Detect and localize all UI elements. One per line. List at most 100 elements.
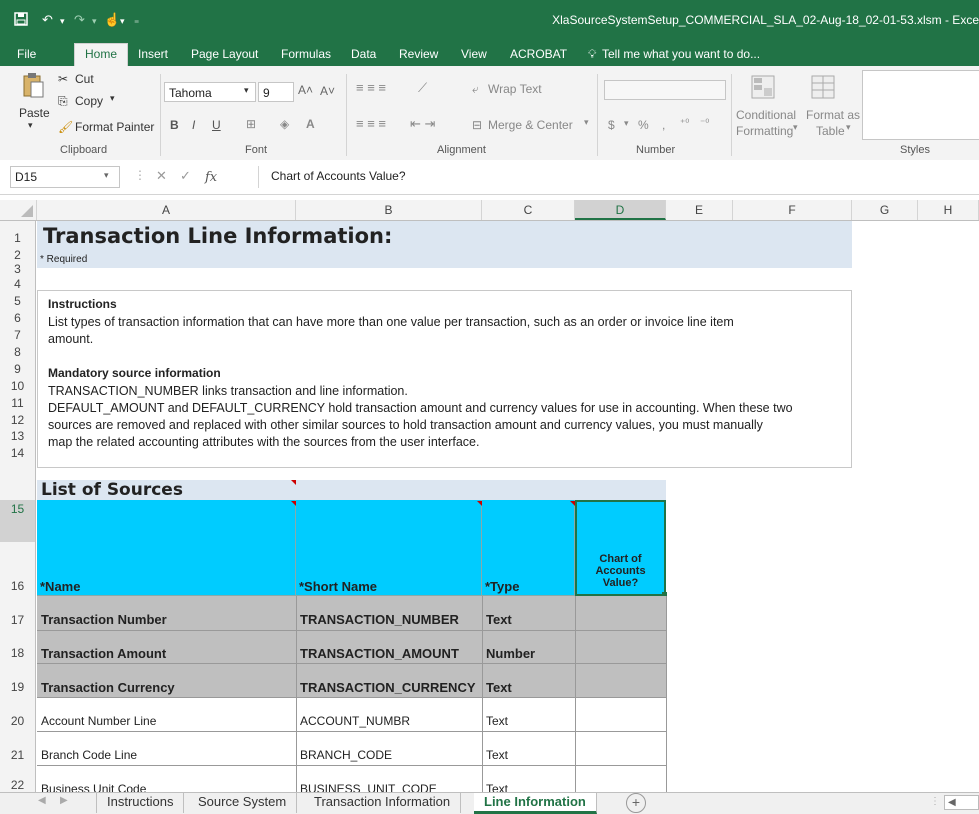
format-painter-icon[interactable]: 🖌︎ (58, 120, 73, 134)
row-header-13[interactable]: 13 (0, 429, 36, 443)
currency-button[interactable]: $ (608, 118, 615, 132)
column-header-b[interactable]: B (296, 200, 482, 220)
row-header-16[interactable]: 16 (0, 542, 36, 596)
cut-button[interactable]: Cut (75, 72, 94, 86)
row-header-2[interactable]: 2 (0, 248, 36, 262)
decrease-font-icon[interactable]: A˅ (320, 84, 335, 98)
column-header-d[interactable]: D (575, 200, 666, 220)
table-cell-short-name[interactable]: BRANCH_CODE (300, 748, 392, 762)
comment-indicator-icon[interactable] (570, 501, 575, 506)
conditional-formatting-button[interactable]: Conditional (736, 108, 796, 122)
table-cell-name[interactable]: Account Number Line (41, 714, 156, 728)
row-header-6[interactable]: 6 (0, 310, 36, 327)
cell-styles-gallery[interactable] (862, 70, 979, 140)
add-sheet-icon[interactable]: + (626, 793, 646, 813)
decrease-decimal-icon[interactable]: ⁻⁰ (700, 118, 709, 129)
font-name-dropdown-icon[interactable]: ▾ (244, 85, 249, 96)
sheet-tab-source-system[interactable]: Source System (188, 793, 298, 813)
name-box-dropdown-icon[interactable]: ▾ (104, 170, 109, 181)
row-header-20[interactable]: 20 (0, 697, 36, 731)
borders-icon[interactable]: ⊞ (246, 117, 256, 131)
row-header-1[interactable]: 1 (0, 221, 36, 248)
merge-icon[interactable]: ⊟ (472, 118, 482, 132)
conditional-dropdown-icon[interactable]: ▾ (793, 122, 798, 133)
cancel-icon[interactable]: ✕ (156, 168, 167, 184)
table-cell-type[interactable]: Text (486, 680, 514, 695)
merge-center-button[interactable]: Merge & Center (488, 118, 573, 132)
format-table-dropdown-icon[interactable]: ▾ (846, 122, 851, 133)
align-left-icon[interactable]: ≡ ≡ ≡ (356, 116, 386, 131)
font-name-combo[interactable]: Tahoma (164, 82, 256, 102)
scroll-right-icon[interactable]: ▶ (60, 795, 68, 806)
copy-dropdown-icon[interactable]: ▾ (110, 93, 115, 104)
fill-color-icon[interactable]: ◈ (280, 117, 289, 131)
row-header-18[interactable]: 18 (0, 630, 36, 663)
save-icon[interactable] (14, 12, 28, 29)
format-as-table-button[interactable]: Format as (806, 108, 860, 122)
number-format-combo[interactable] (604, 80, 726, 100)
redo-icon[interactable]: ↷ (74, 12, 85, 28)
wrap-text-button[interactable]: Wrap Text (488, 82, 542, 96)
table-cell-name[interactable]: Transaction Amount (41, 646, 166, 661)
scroll-left-icon[interactable]: ◀ (38, 795, 46, 806)
tab-view[interactable]: View (461, 44, 487, 66)
wrap-text-icon[interactable]: ⤶ (472, 82, 479, 97)
italic-button[interactable]: I (192, 118, 195, 132)
row-header-12[interactable]: 12 (0, 412, 36, 429)
row-header-22[interactable]: 22 (0, 765, 36, 792)
increase-decimal-icon[interactable]: ⁺⁰ (680, 118, 689, 129)
table-cell-name[interactable]: Business Unit Code (41, 782, 146, 792)
comma-button[interactable]: , (662, 118, 665, 132)
align-top-icon[interactable]: ≡ ≡ ≡ (356, 80, 386, 95)
row-header-15[interactable]: 15 (0, 500, 36, 542)
split-handle-icon[interactable]: ⋮ (930, 796, 940, 807)
format-painter-button[interactable]: Format Painter (75, 120, 154, 134)
column-header-g[interactable]: G (852, 200, 918, 220)
paste-icon[interactable] (22, 72, 44, 101)
font-color-icon[interactable]: A (306, 117, 315, 131)
table-cell-name[interactable]: Transaction Number (41, 612, 167, 627)
table-cell-name[interactable]: Transaction Currency (41, 680, 175, 695)
row-header-17[interactable]: 17 (0, 596, 36, 630)
column-header-h[interactable]: H (918, 200, 979, 220)
undo-icon[interactable]: ↶ (42, 12, 53, 28)
enter-icon[interactable]: ✓ (180, 168, 191, 184)
orientation-icon[interactable]: ⟋ (418, 80, 427, 96)
increase-font-icon[interactable]: A˄ (298, 83, 313, 97)
copy-icon[interactable]: ⎘ (58, 94, 68, 109)
row-header-9[interactable]: 9 (0, 361, 36, 378)
tab-data[interactable]: Data (351, 44, 376, 66)
table-cell-type[interactable]: Text (486, 782, 508, 792)
table-cell-type[interactable]: Text (486, 748, 508, 762)
table-cell-short-name[interactable]: BUSINESS_UNIT_CODE (300, 782, 437, 792)
worksheet-grid[interactable]: 1 2 3 4 5 6 7 8 9 10 11 12 13 14 15 16 1… (0, 221, 979, 792)
sheet-tab-line-information[interactable]: Line Information (474, 793, 597, 814)
table-cell-short-name[interactable]: ACCOUNT_NUMBR (300, 714, 410, 728)
row-header-10[interactable]: 10 (0, 378, 36, 395)
undo-dropdown-icon[interactable]: ▾ (60, 16, 65, 27)
tab-review[interactable]: Review (399, 44, 438, 66)
tab-acrobat[interactable]: ACROBAT (510, 44, 567, 66)
insert-function-icon[interactable]: fx (205, 170, 217, 185)
format-as-table-icon[interactable] (810, 74, 836, 103)
row-header-7[interactable]: 7 (0, 327, 36, 344)
tab-file[interactable]: File (17, 44, 36, 66)
tab-formulas[interactable]: Formulas (281, 44, 331, 66)
row-header-14[interactable]: 14 (0, 443, 36, 460)
tab-home[interactable]: Home (74, 43, 129, 67)
table-cell-name[interactable]: Branch Code Line (41, 748, 137, 762)
select-all-corner[interactable] (0, 200, 37, 220)
row-header-19[interactable]: 19 (0, 663, 36, 697)
underline-button[interactable]: U (212, 118, 221, 132)
copy-button[interactable]: Copy (75, 94, 103, 108)
tab-page-layout[interactable]: Page Layout (191, 44, 258, 66)
formula-input[interactable]: Chart of Accounts Value? (258, 166, 973, 188)
touch-dropdown-icon[interactable]: ▾ (120, 16, 125, 27)
conditional-formatting-icon[interactable] (750, 74, 776, 103)
table-cell-short-name[interactable]: TRANSACTION_AMOUNT (300, 646, 459, 661)
indent-icon[interactable]: ⇤ ⇥ (410, 116, 435, 132)
row-header-3[interactable]: 3 (0, 262, 36, 276)
column-header-e[interactable]: E (666, 200, 733, 220)
customize-icon[interactable]: ₌ (134, 15, 139, 26)
paste-button[interactable]: Paste (19, 106, 50, 120)
